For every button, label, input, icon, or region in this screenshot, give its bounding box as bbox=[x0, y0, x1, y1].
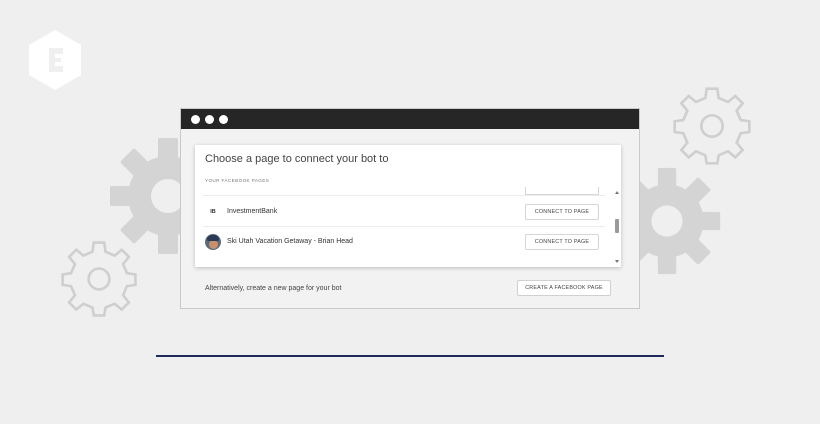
page-avatar: IB bbox=[210, 209, 216, 215]
connect-page-dialog: Choose a page to connect your bot to YOU… bbox=[195, 145, 621, 267]
list-scrollbar[interactable] bbox=[613, 189, 621, 265]
create-facebook-page-button[interactable]: CREATE A FACEBOOK PAGE bbox=[517, 280, 611, 296]
connect-page-button[interactable] bbox=[525, 187, 599, 195]
brand-logo-icon bbox=[29, 30, 81, 90]
window-dot-icon[interactable] bbox=[191, 114, 200, 124]
section-label: YOUR FACEBOOK PAGES bbox=[205, 178, 270, 183]
window-titlebar bbox=[181, 109, 639, 129]
dialog-title: Choose a page to connect your bot to bbox=[205, 153, 389, 165]
list-item: IB InvestmentBank CONNECT TO PAGE bbox=[203, 198, 605, 227]
browser-window: Choose a page to connect your bot to YOU… bbox=[180, 108, 640, 309]
scroll-down-arrow-icon[interactable] bbox=[615, 260, 619, 263]
page-name: InvestmentBank bbox=[227, 208, 278, 215]
facebook-pages-list: IB InvestmentBank CONNECT TO PAGE Ski Ut… bbox=[195, 187, 613, 267]
avatar-photo-icon bbox=[207, 235, 219, 241]
connect-page-button[interactable]: CONNECT TO PAGE bbox=[525, 204, 599, 220]
alternative-text: Alternatively, create a new page for you… bbox=[205, 285, 342, 292]
page-name: Ski Utah Vacation Getaway - Brian Head bbox=[227, 238, 353, 245]
gear-icon bbox=[673, 87, 751, 165]
scroll-up-arrow-icon[interactable] bbox=[615, 191, 619, 194]
page-avatar bbox=[205, 234, 221, 250]
window-dot-icon[interactable] bbox=[205, 114, 214, 124]
divider-rule bbox=[156, 355, 664, 357]
connect-page-button[interactable]: CONNECT TO PAGE bbox=[525, 234, 599, 250]
list-item bbox=[203, 187, 605, 196]
list-item: Ski Utah Vacation Getaway - Brian Head C… bbox=[203, 228, 605, 257]
window-dot-icon[interactable] bbox=[219, 114, 228, 124]
gear-icon bbox=[61, 241, 137, 317]
scroll-thumb[interactable] bbox=[615, 219, 619, 233]
